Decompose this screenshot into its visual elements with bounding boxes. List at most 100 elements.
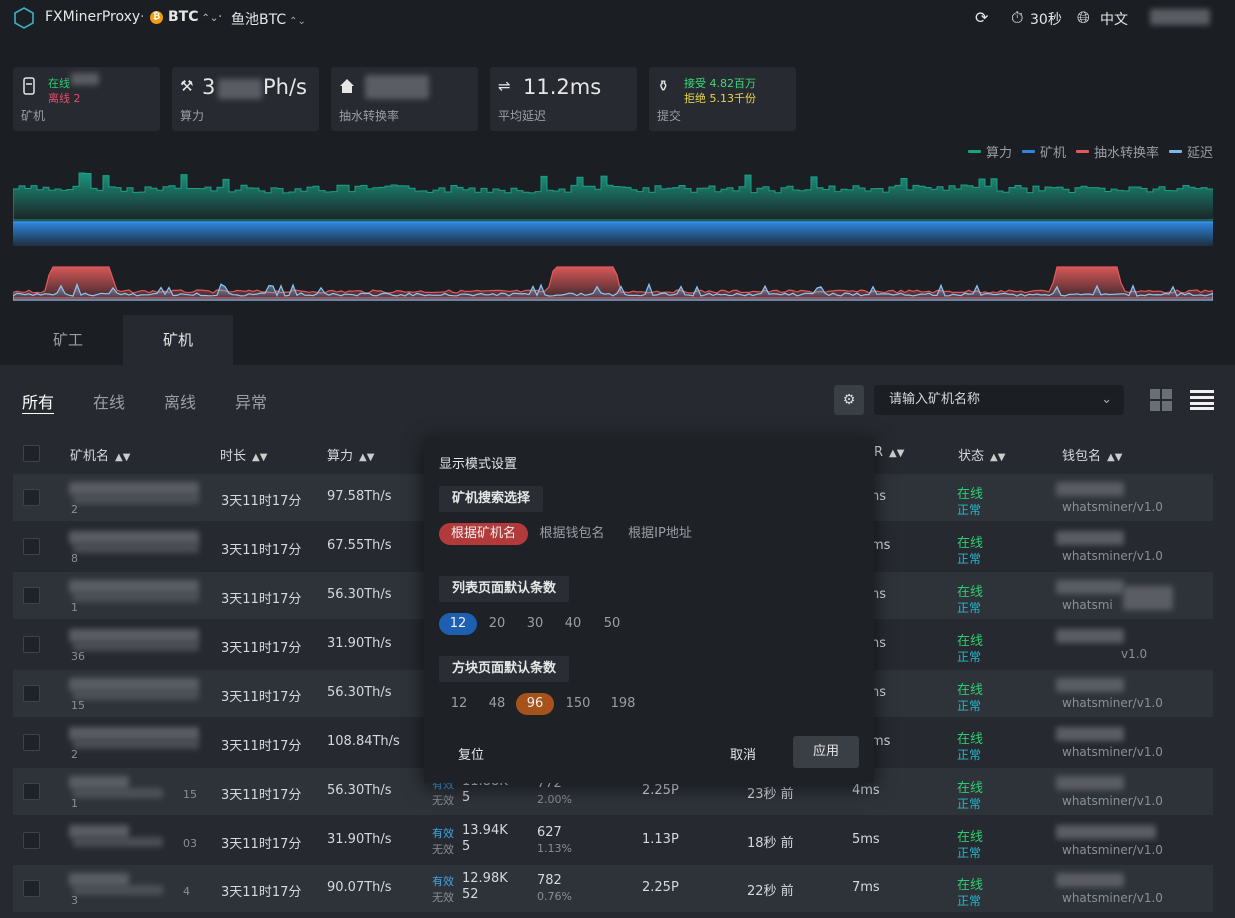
hashrate: 56.30Th/s xyxy=(327,783,392,798)
miners-offline: 离线 2 xyxy=(48,92,81,105)
status-online: 在线 xyxy=(957,536,984,551)
row-checkbox[interactable] xyxy=(23,636,40,653)
table-row[interactable]: 3 4 3天11时17分 90.07Th/s 有效 12.98K 无效 52 782 0.76% 2… xyxy=(13,865,1213,912)
redacted-wallet[interactable] xyxy=(1056,482,1124,496)
row-checkbox[interactable] xyxy=(23,538,40,555)
duration: 3天11时17分 xyxy=(221,592,302,607)
hashrate: 108.84Th/s xyxy=(327,734,400,749)
redacted-wallet[interactable] xyxy=(1056,531,1124,545)
list-option-30[interactable]: 30 xyxy=(520,613,550,635)
separator-dot: · xyxy=(140,9,145,25)
col-latency[interactable]: R ▲▼ xyxy=(874,445,904,460)
row-checkbox[interactable] xyxy=(23,880,40,897)
list-option-40[interactable]: 40 xyxy=(558,613,588,635)
filter-all[interactable]: 所有 xyxy=(22,389,54,413)
hashrate: 31.90Th/s xyxy=(327,832,392,847)
tab-miners[interactable]: 矿机 xyxy=(123,315,233,365)
list-option-20[interactable]: 20 xyxy=(482,613,512,635)
display-settings-button[interactable]: ⚙ xyxy=(834,385,864,415)
grid-view-icon[interactable] xyxy=(1150,389,1172,411)
pool-selector[interactable]: 鱼池BTC ⌃⌄ xyxy=(231,9,306,29)
coin-label: BTC xyxy=(168,9,199,25)
filter-online[interactable]: 在线 xyxy=(93,389,125,413)
legend-item-latency[interactable]: 延迟 xyxy=(1168,142,1213,161)
row-checkbox[interactable] xyxy=(23,832,40,849)
stat-shares: ⚱ 接受 4.82百万 拒绝 5.13千份 提交 xyxy=(649,67,796,131)
block-option-96[interactable]: 96 xyxy=(516,693,554,715)
col-status[interactable]: 状态 ▲▼ xyxy=(958,445,1005,464)
redacted-miner-ip xyxy=(73,788,163,798)
miner-search-select[interactable]: 请输入矿机名称 ⌄ xyxy=(874,385,1124,415)
latency: 5ms xyxy=(852,832,880,847)
tab-workers[interactable]: 矿工 xyxy=(13,315,123,365)
wallet-agent: whatsminer/v1.0 xyxy=(1062,843,1163,857)
invalid-label: 无效 xyxy=(432,891,454,904)
share-count: 782 xyxy=(537,873,562,888)
search-option-wallet[interactable]: 根据钱包名 xyxy=(534,523,610,545)
legend-item-miners[interactable]: 矿机 xyxy=(1021,142,1066,161)
redacted-wallet[interactable] xyxy=(1056,580,1124,594)
apply-button[interactable]: 应用 xyxy=(793,736,859,768)
hashrate-series xyxy=(13,172,1213,221)
wallet-agent: whatsminer/v1.0 xyxy=(1062,891,1163,905)
block-option-48[interactable]: 48 xyxy=(482,693,512,715)
hashrate: 67.55Th/s xyxy=(327,538,392,553)
redacted-miner-ip xyxy=(73,543,199,553)
reset-button[interactable]: 复位 xyxy=(458,744,484,763)
col-duration[interactable]: 时长 ▲▼ xyxy=(220,445,267,464)
row-checkbox[interactable] xyxy=(23,489,40,506)
select-all-checkbox[interactable] xyxy=(23,445,40,462)
table-row[interactable]: 03 3天11时17分 31.90Th/s 有效 13.94K 无效 5 627 1.13% 1.… xyxy=(13,817,1213,864)
valid-shares: 12.98K xyxy=(462,871,508,886)
redacted-wallet[interactable] xyxy=(1056,873,1124,887)
refresh-icon[interactable]: ⟳ xyxy=(975,8,988,27)
filter-abnormal[interactable]: 异常 xyxy=(235,389,267,413)
redacted-wallet[interactable] xyxy=(1056,629,1124,643)
col-hashrate[interactable]: 算力 ▲▼ xyxy=(327,445,374,464)
coin-selector[interactable]: BTC ⌃⌄ xyxy=(168,9,218,25)
timer-icon[interactable]: ⏱ xyxy=(1011,8,1023,28)
refresh-interval[interactable]: 30秒 xyxy=(1030,9,1062,29)
redacted-wallet[interactable] xyxy=(1056,825,1156,839)
row-checkbox[interactable] xyxy=(23,734,40,751)
legend-item-pump[interactable]: 抽水转换率 xyxy=(1075,142,1159,161)
hashrate: 97.58Th/s xyxy=(327,489,392,504)
row-checkbox[interactable] xyxy=(23,783,40,800)
row-checkbox[interactable] xyxy=(23,587,40,604)
status-online: 在线 xyxy=(957,830,984,845)
status-online: 在线 xyxy=(957,585,984,600)
search-option-ip[interactable]: 根据IP地址 xyxy=(622,523,698,545)
user-account-redacted[interactable] xyxy=(1150,9,1210,25)
redacted-wallet[interactable] xyxy=(1056,727,1124,741)
list-option-12[interactable]: 12 xyxy=(439,613,477,635)
status-online: 在线 xyxy=(957,487,984,502)
block-option-150[interactable]: 150 xyxy=(562,693,594,715)
status-online: 在线 xyxy=(957,683,984,698)
list-view-icon[interactable] xyxy=(1190,390,1214,410)
redacted-wallet[interactable] xyxy=(1056,776,1124,790)
latency: 4ms xyxy=(852,783,880,798)
logo-icon xyxy=(14,7,34,29)
share-percent: 1.13% xyxy=(537,842,572,855)
stat-caption: 矿机 xyxy=(21,109,46,123)
row-checkbox[interactable] xyxy=(23,685,40,702)
redacted-value xyxy=(71,73,99,85)
block-option-198[interactable]: 198 xyxy=(607,693,639,715)
col-name[interactable]: 矿机名 ▲▼ xyxy=(70,445,130,464)
redacted-miner-ip xyxy=(73,690,199,700)
search-option-name[interactable]: 根据矿机名 xyxy=(439,523,528,545)
miner-name-tail: 15 xyxy=(183,788,197,801)
share-count: 627 xyxy=(537,825,562,840)
block-option-12[interactable]: 12 xyxy=(444,693,474,715)
language-selector[interactable]: 中文 xyxy=(1100,9,1128,29)
miner-name-tail: 03 xyxy=(183,837,197,850)
col-wallet[interactable]: 钱包名 ▲▼ xyxy=(1062,445,1122,464)
legend-item-hashrate[interactable]: 算力 xyxy=(967,142,1012,161)
filter-offline[interactable]: 离线 xyxy=(164,389,196,413)
list-option-50[interactable]: 50 xyxy=(597,613,627,635)
redacted-wallet[interactable] xyxy=(1056,678,1124,692)
status-normal: 正常 xyxy=(957,846,982,860)
globe-icon[interactable]: 🌐︎ xyxy=(1077,8,1090,28)
stat-latency: ⇌ 11.2ms 平均延迟 xyxy=(490,67,637,131)
cancel-button[interactable]: 取消 xyxy=(730,744,756,763)
